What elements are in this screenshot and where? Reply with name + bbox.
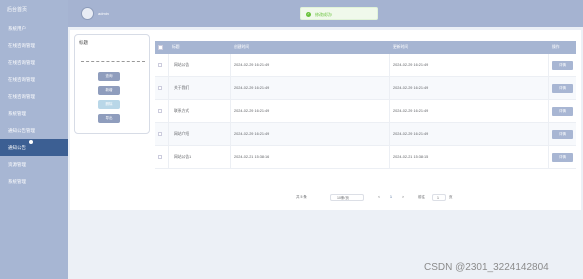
goto-label: 前往 — [418, 195, 425, 199]
cell-title: 关于我们 — [174, 86, 190, 90]
cell-title: 联系方式 — [174, 109, 190, 113]
watermark: CSDN @2301_3224142804 — [424, 262, 549, 273]
sidebar-item-notice-manage[interactable]: 通知公告管理 — [0, 122, 68, 139]
row-checkbox[interactable] — [158, 155, 162, 159]
success-toast: ✓ 修改成功! — [300, 7, 378, 20]
page-size-value: 10条/页 — [337, 196, 349, 200]
notice-table: 标题 创建时间 更新时间 操作 网站公告 2024-02-29 16:21:49… — [155, 41, 576, 169]
export-button[interactable]: 导出 — [98, 114, 120, 123]
table-row: 联系方式 2024-02-29 16:21:49 2024-02-29 16:2… — [155, 100, 576, 123]
sidebar-item-resources[interactable]: 资源管理 — [0, 156, 68, 173]
sidebar-item-consult-4[interactable]: 在线咨询管理 — [0, 88, 68, 105]
goto-page-input[interactable]: 1 — [432, 194, 446, 201]
sidebar-item-consult-1[interactable]: 在线咨询管理 — [0, 37, 68, 54]
avatar[interactable] — [81, 7, 94, 20]
table-row: 关于我们 2024-02-29 16:21:49 2024-02-29 16:2… — [155, 77, 576, 100]
column-header-title[interactable]: 标题 — [172, 45, 180, 50]
sidebar-item-consult-3[interactable]: 在线咨询管理 — [0, 71, 68, 88]
main-content: 标题 查询 新增 删除 导出 标题 创建时间 更新时间 操作 网站公告 2024… — [68, 27, 583, 279]
cell-created: 2024-02-29 16:21:49 — [234, 63, 270, 67]
column-header-actions: 操作 — [552, 45, 560, 49]
delete-button[interactable]: 删除 — [98, 100, 120, 109]
top-header: admin 系统 ✓ 修改成功! — [68, 0, 583, 27]
row-checkbox[interactable] — [158, 63, 162, 67]
row-checkbox[interactable] — [158, 109, 162, 113]
row-checkbox[interactable] — [158, 86, 162, 90]
admin-name: admin — [98, 11, 109, 16]
prev-page-button[interactable]: < — [378, 195, 380, 199]
cell-created: 2024-02-29 16:21:49 — [234, 132, 270, 136]
sidebar-item-system-manage[interactable]: 系统管理 — [0, 105, 68, 122]
goto-page-value: 1 — [437, 196, 439, 200]
table-row: 网站介绍 2024-02-29 16:21:49 2024-02-29 16:2… — [155, 123, 576, 146]
column-header-created[interactable]: 创建时间 — [234, 45, 249, 50]
table-row: 网站公告 2024-02-29 16:21:49 2024-02-29 16:2… — [155, 54, 576, 77]
page-number-current[interactable]: 1 — [390, 195, 392, 199]
sidebar-item-label: 通知公告 — [8, 145, 26, 150]
cell-title: 网站介绍 — [174, 132, 190, 136]
next-page-button[interactable]: > — [402, 195, 404, 199]
page-size-select[interactable]: 10条/页 — [330, 194, 364, 201]
table-header: 标题 创建时间 更新时间 操作 — [155, 41, 576, 54]
detail-button[interactable]: 详情 — [552, 61, 573, 70]
mouse-cursor-icon — [29, 140, 33, 144]
column-header-updated[interactable]: 更新时间 — [393, 45, 408, 50]
cell-updated: 2024-02-29 16:21:49 — [393, 109, 429, 113]
cell-created: 2024-02-21 15:38:16 — [234, 155, 270, 159]
table-row: 网站公告1 2024-02-21 15:38:16 2024-02-21 15:… — [155, 146, 576, 169]
sidebar-item-notice[interactable]: 通知公告 — [0, 139, 68, 156]
search-input[interactable] — [81, 60, 145, 62]
cell-created: 2024-02-29 16:21:49 — [234, 86, 270, 90]
sidebar-home[interactable]: 后台首页 — [0, 0, 68, 20]
content-card: 标题 查询 新增 删除 导出 标题 创建时间 更新时间 操作 网站公告 2024… — [70, 30, 581, 210]
cell-updated: 2024-02-29 16:21:49 — [393, 132, 429, 136]
cell-created: 2024-02-29 16:21:49 — [234, 109, 270, 113]
sidebar-item-consult-2[interactable]: 在线咨询管理 — [0, 54, 68, 71]
cell-updated: 2024-02-29 16:21:49 — [393, 63, 429, 67]
sidebar: 后台首页 系统用户 在线咨询管理 在线咨询管理 在线咨询管理 在线咨询管理 系统… — [0, 0, 68, 279]
detail-button[interactable]: 详情 — [552, 153, 573, 162]
toast-message: 修改成功! — [315, 11, 333, 17]
page-unit-label: 页 — [449, 195, 453, 199]
query-button[interactable]: 查询 — [98, 72, 120, 81]
detail-button[interactable]: 详情 — [552, 84, 573, 93]
check-icon: ✓ — [306, 11, 311, 17]
cell-title: 网站公告1 — [174, 155, 192, 159]
select-all-checkbox[interactable] — [158, 45, 163, 50]
search-label: 标题 — [79, 40, 88, 45]
search-panel: 标题 查询 新增 删除 导出 — [74, 34, 150, 134]
sidebar-item-system-users[interactable]: 系统用户 — [0, 20, 68, 37]
sidebar-item-system-2[interactable]: 系统管理 — [0, 173, 68, 190]
cell-updated: 2024-02-29 16:21:49 — [393, 86, 429, 90]
pagination-total: 共 5 条 — [296, 195, 307, 199]
detail-button[interactable]: 详情 — [552, 130, 573, 139]
add-button[interactable]: 新增 — [98, 86, 120, 95]
cell-updated: 2024-02-21 15:38:15 — [393, 155, 429, 159]
row-checkbox[interactable] — [158, 132, 162, 136]
detail-button[interactable]: 详情 — [552, 107, 573, 116]
cell-title: 网站公告 — [174, 63, 190, 67]
